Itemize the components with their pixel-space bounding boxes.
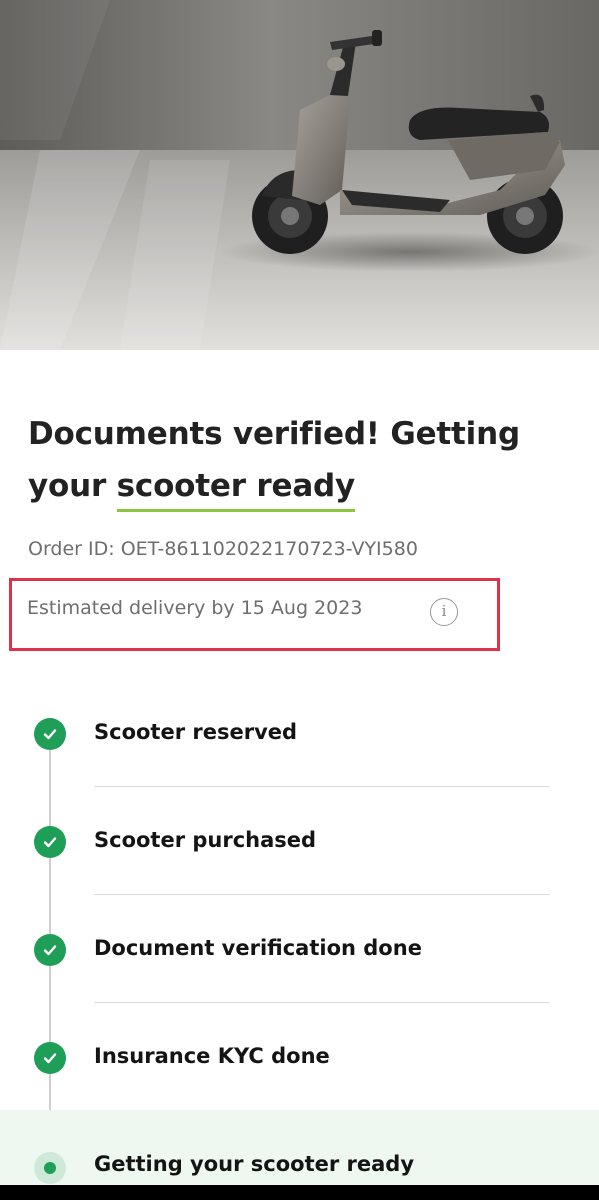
check-circle-icon bbox=[34, 1042, 66, 1074]
check-circle-icon bbox=[34, 826, 66, 858]
step-label: Scooter purchased bbox=[94, 828, 317, 852]
step-divider bbox=[94, 786, 550, 787]
info-icon[interactable]: i bbox=[430, 598, 458, 626]
system-navigation-bar bbox=[0, 1185, 599, 1200]
current-step-dot-inner bbox=[44, 1162, 56, 1174]
title-line-1: Documents verified! Getting bbox=[28, 416, 520, 452]
current-step-dot-icon bbox=[34, 1152, 66, 1184]
title-prefix: your bbox=[28, 468, 117, 504]
step-label: Getting your scooter ready bbox=[94, 1152, 415, 1176]
step-label: Scooter reserved bbox=[94, 720, 298, 744]
step-label: Insurance KYC done bbox=[94, 1044, 330, 1068]
step-divider bbox=[94, 894, 550, 895]
step-label: Document verification done bbox=[94, 936, 422, 960]
estimated-delivery-text: Estimated delivery by 15 Aug 2023 bbox=[27, 597, 363, 619]
order-id-text: Order ID: OET-861102022170723-VYI580 bbox=[28, 538, 418, 560]
step-divider bbox=[94, 1002, 550, 1003]
check-circle-icon bbox=[34, 934, 66, 966]
title-highlight: scooter ready bbox=[116, 463, 355, 512]
page-title: Documents verified! Getting your scooter … bbox=[28, 408, 568, 512]
check-circle-icon bbox=[34, 718, 66, 750]
timeline-step-getting-ready: Getting your scooter ready bbox=[0, 1110, 599, 1185]
scooter-hero-image bbox=[0, 0, 599, 350]
